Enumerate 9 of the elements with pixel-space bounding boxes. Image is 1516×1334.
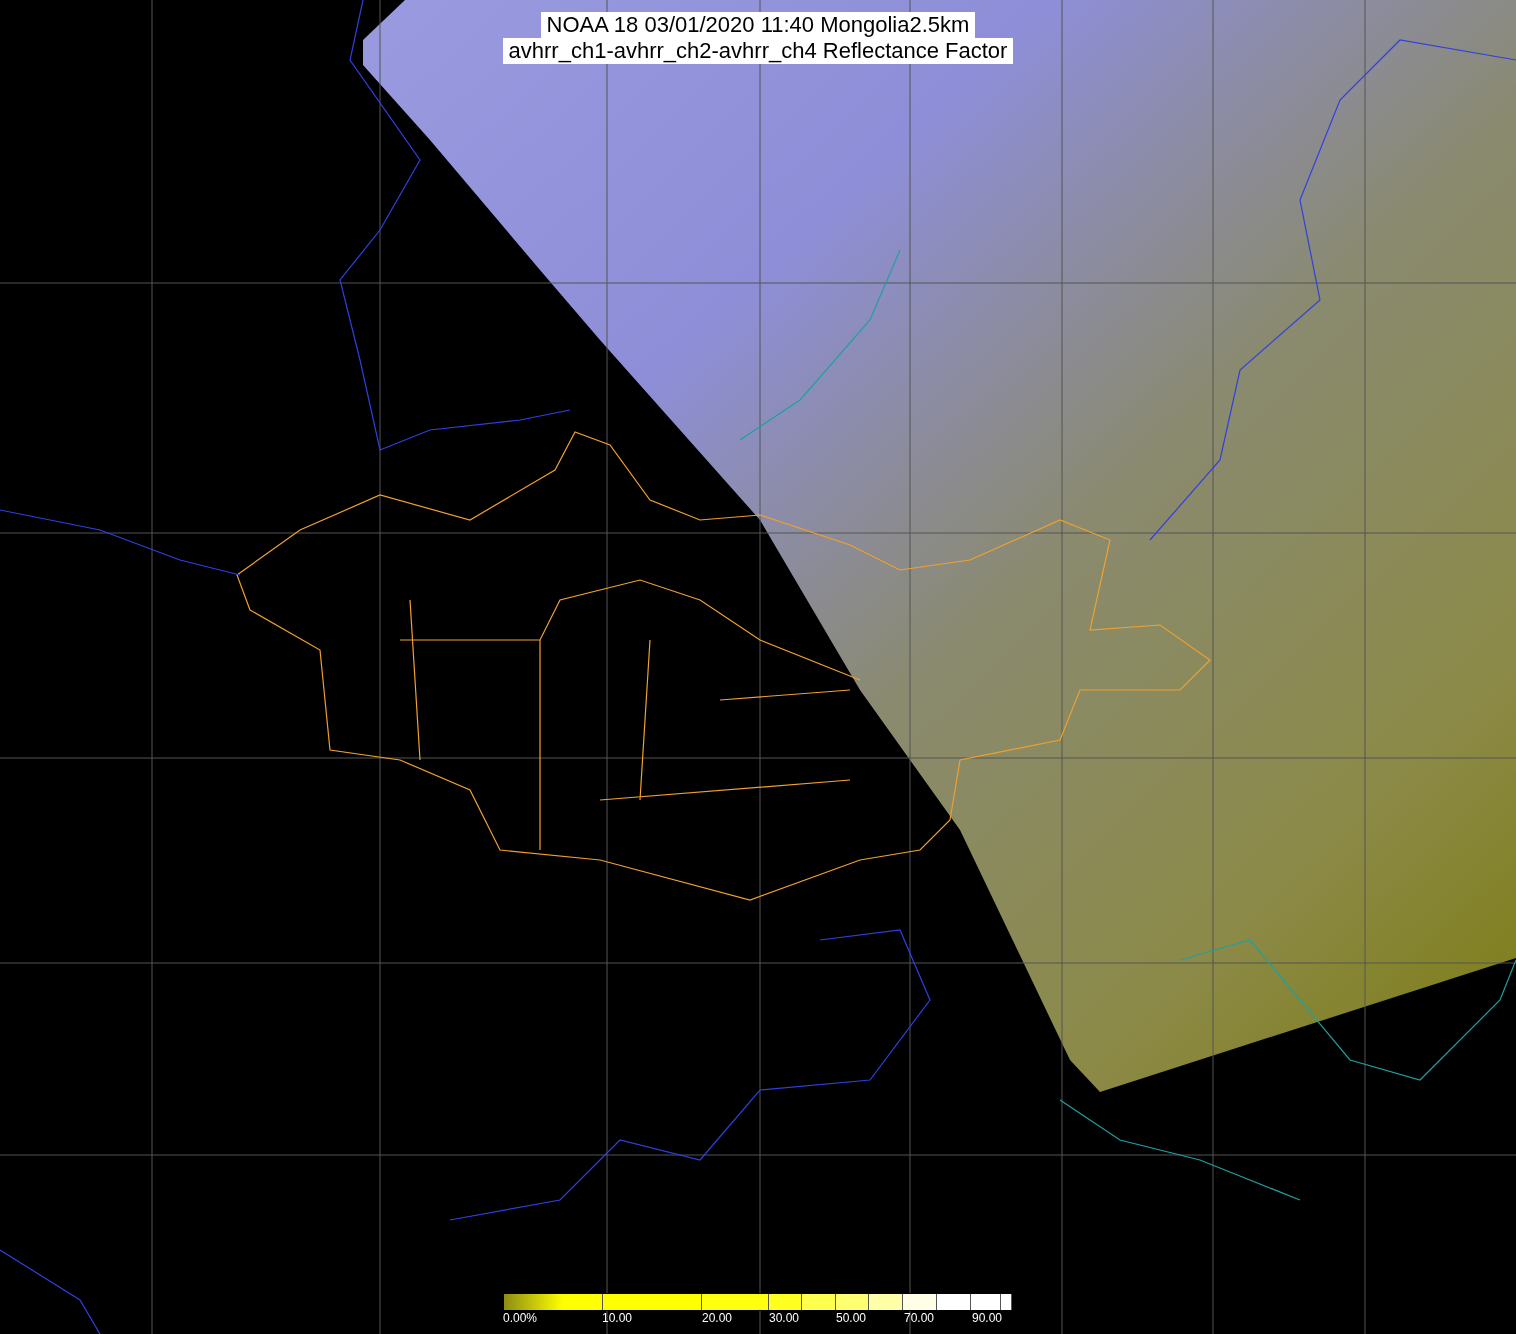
colorbar-label: 70.00 (904, 1311, 935, 1325)
colorbar-label: 0.00% (503, 1311, 538, 1325)
colorbar-label: 20.00 (702, 1311, 733, 1325)
chart-title: avhrr_ch1-avhrr_ch2-avhrr_ch4 Reflectance Factor (502, 38, 1014, 64)
colorbar-label: 50.00 (836, 1311, 867, 1325)
chart-title: NOAA 18 03/01/2020 11:40 Mongolia2.5km (540, 12, 976, 38)
colorbar-label: 10.00 (602, 1311, 633, 1325)
colorbar-label: 30.00 (769, 1311, 800, 1325)
colorbar-label: 90.00 (972, 1311, 1003, 1325)
